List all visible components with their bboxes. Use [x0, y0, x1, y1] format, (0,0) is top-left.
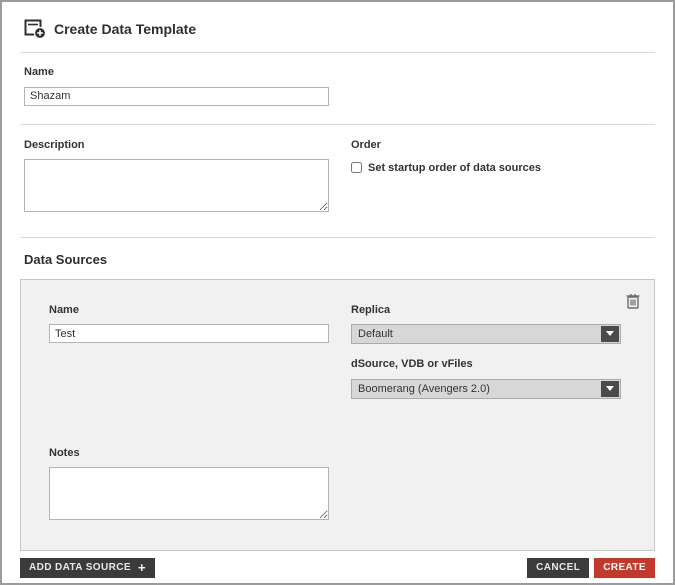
- plus-icon: +: [138, 561, 146, 574]
- notes-textarea[interactable]: [49, 467, 329, 520]
- dsource-select[interactable]: Boomerang (Avengers 2.0): [351, 379, 621, 399]
- data-sources-heading: Data Sources: [2, 238, 673, 279]
- data-source-panel: Name Replica Default dSource, VDB or vFi…: [20, 279, 655, 551]
- replica-select-value: Default: [352, 325, 620, 343]
- trash-icon: [625, 292, 641, 310]
- description-order-section: Description Order Set startup order of d…: [2, 125, 673, 237]
- page-title: Create Data Template: [54, 21, 196, 37]
- create-template-icon: [24, 19, 46, 39]
- delete-data-source-button[interactable]: [625, 292, 641, 310]
- data-source-name-column: Name: [49, 304, 351, 399]
- template-name-input[interactable]: [24, 87, 329, 106]
- chevron-down-icon[interactable]: [601, 381, 619, 397]
- data-source-name-label: Name: [49, 304, 351, 316]
- data-source-name-input[interactable]: [49, 324, 329, 343]
- data-source-fields: Name Replica Default dSource, VDB or vFi…: [49, 304, 626, 399]
- cancel-button[interactable]: CANCEL: [527, 558, 589, 578]
- notes-label: Notes: [49, 447, 626, 459]
- create-data-template-dialog: Create Data Template Name Description Or…: [0, 0, 675, 585]
- replica-label: Replica: [351, 304, 621, 316]
- notes-block: Notes: [49, 447, 626, 525]
- create-button[interactable]: CREATE: [594, 558, 655, 578]
- startup-order-checkbox-label: Set startup order of data sources: [368, 162, 541, 174]
- data-source-select-column: Replica Default dSource, VDB or vFiles B…: [351, 304, 649, 399]
- chevron-down-icon[interactable]: [601, 326, 619, 342]
- description-label: Description: [24, 139, 351, 151]
- footer-actions: CANCEL CREATE: [527, 558, 655, 578]
- dialog-header: Create Data Template: [2, 2, 673, 52]
- add-data-source-label: ADD DATA SOURCE: [29, 562, 131, 573]
- template-name-section: Name: [2, 53, 673, 124]
- add-data-source-button[interactable]: ADD DATA SOURCE +: [20, 558, 155, 578]
- description-column: Description: [24, 139, 351, 217]
- startup-order-checkbox-row[interactable]: Set startup order of data sources: [351, 162, 651, 174]
- order-label: Order: [351, 139, 651, 151]
- dsource-label: dSource, VDB or vFiles: [351, 358, 621, 370]
- dsource-select-value: Boomerang (Avengers 2.0): [352, 380, 620, 398]
- dsource-field: dSource, VDB or vFiles Boomerang (Avenge…: [351, 358, 621, 399]
- replica-select[interactable]: Default: [351, 324, 621, 344]
- startup-order-checkbox[interactable]: [351, 162, 362, 173]
- template-name-label: Name: [24, 66, 651, 78]
- dialog-footer: ADD DATA SOURCE + CANCEL CREATE: [2, 551, 673, 578]
- description-textarea[interactable]: [24, 159, 329, 212]
- order-column: Order Set startup order of data sources: [351, 139, 651, 217]
